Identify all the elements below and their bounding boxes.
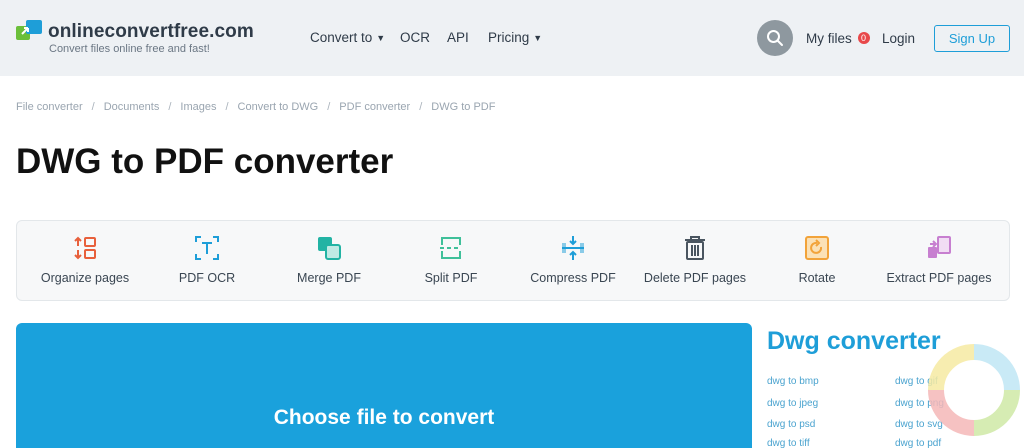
converter-link[interactable]: dwg to pdf	[895, 438, 941, 448]
ocr-icon	[195, 236, 219, 260]
logo-tagline: Convert files online free and fast!	[49, 43, 210, 55]
tool-label: Delete PDF pages	[643, 271, 747, 285]
search-button[interactable]	[757, 20, 793, 56]
chevron-down-icon: ▼	[533, 33, 543, 43]
tool-merge-pdf[interactable]: Merge PDF	[261, 221, 397, 302]
signup-button[interactable]: Sign Up	[934, 25, 1010, 52]
site-header: onlineconvertfree.com Convert files onli…	[0, 0, 1024, 76]
extract-icon	[928, 236, 951, 258]
login-link[interactable]: Login	[882, 31, 915, 46]
file-upload-dropzone[interactable]: Choose file to convert	[16, 323, 752, 448]
breadcrumb-separator: /	[91, 101, 95, 113]
converter-link[interactable]: dwg to tiff	[767, 438, 810, 448]
nav-convert-to-label: Convert to	[310, 30, 373, 45]
nav-api[interactable]: API	[447, 30, 469, 45]
tool-label: Organize pages	[40, 271, 130, 285]
tool-split-pdf[interactable]: Split PDF	[383, 221, 519, 302]
breadcrumb-current: DWG to PDF	[431, 101, 496, 113]
pdf-tools-bar: Organize pages PDF OCR Merge PDF Split P…	[16, 220, 1010, 301]
converter-link[interactable]: dwg to jpeg	[767, 398, 818, 409]
tool-label: Rotate	[798, 271, 836, 285]
tool-organize-pages[interactable]: Organize pages	[17, 221, 153, 302]
logo-arrows-icon	[16, 20, 42, 40]
breadcrumb-item[interactable]: Convert to DWG	[238, 101, 319, 113]
nav-convert-to[interactable]: Convert to ▼	[310, 30, 385, 45]
loading-spinner-icon	[928, 344, 1020, 436]
site-logo[interactable]: onlineconvertfree.com Convert files onli…	[16, 20, 276, 60]
tool-label: Merge PDF	[297, 271, 361, 285]
organize-pages-icon	[74, 236, 96, 260]
breadcrumb-separator: /	[225, 101, 229, 113]
compress-icon	[562, 236, 584, 260]
nav-pricing-label: Pricing	[488, 30, 530, 45]
breadcrumb-separator: /	[327, 101, 331, 113]
nav-ocr[interactable]: OCR	[400, 30, 430, 45]
breadcrumb-item[interactable]: Documents	[104, 101, 160, 113]
breadcrumb: File converter / Documents / Images / Convert …	[16, 101, 495, 113]
tool-label: Compress PDF	[530, 271, 616, 285]
my-files-label: My files	[806, 31, 852, 46]
choose-file-button[interactable]: Choose file to convert	[16, 406, 752, 430]
breadcrumb-separator: /	[419, 101, 423, 113]
merge-icon	[318, 237, 341, 260]
split-icon	[440, 237, 461, 259]
trash-icon	[685, 236, 705, 260]
tool-label: PDF OCR	[178, 271, 236, 285]
my-files-count-badge: 0	[857, 32, 870, 44]
tool-label: Split PDF	[424, 271, 478, 285]
rotate-icon	[805, 236, 829, 260]
nav-pricing[interactable]: Pricing ▼	[488, 30, 542, 45]
side-panel-title: Dwg converter	[767, 327, 941, 355]
chevron-down-icon: ▼	[376, 33, 386, 43]
tool-rotate[interactable]: Rotate	[749, 221, 885, 302]
converter-link[interactable]: dwg to bmp	[767, 376, 819, 387]
breadcrumb-item[interactable]: File converter	[16, 101, 83, 113]
converter-link[interactable]: dwg to psd	[767, 419, 815, 430]
breadcrumb-item[interactable]: Images	[180, 101, 216, 113]
logo-name: onlineconvertfree.com	[48, 21, 254, 42]
page-title: DWG to PDF converter	[16, 142, 394, 181]
breadcrumb-item[interactable]: PDF converter	[339, 101, 410, 113]
tool-extract-pdf-pages[interactable]: Extract PDF pages	[871, 221, 1007, 302]
tool-delete-pdf-pages[interactable]: Delete PDF pages	[627, 221, 763, 302]
breadcrumb-separator: /	[168, 101, 172, 113]
tool-pdf-ocr[interactable]: PDF OCR	[139, 221, 275, 302]
tool-label: Extract PDF pages	[886, 271, 992, 285]
tool-compress-pdf[interactable]: Compress PDF	[505, 221, 641, 302]
my-files-link[interactable]: My files 0	[806, 31, 870, 46]
search-icon	[767, 30, 783, 46]
